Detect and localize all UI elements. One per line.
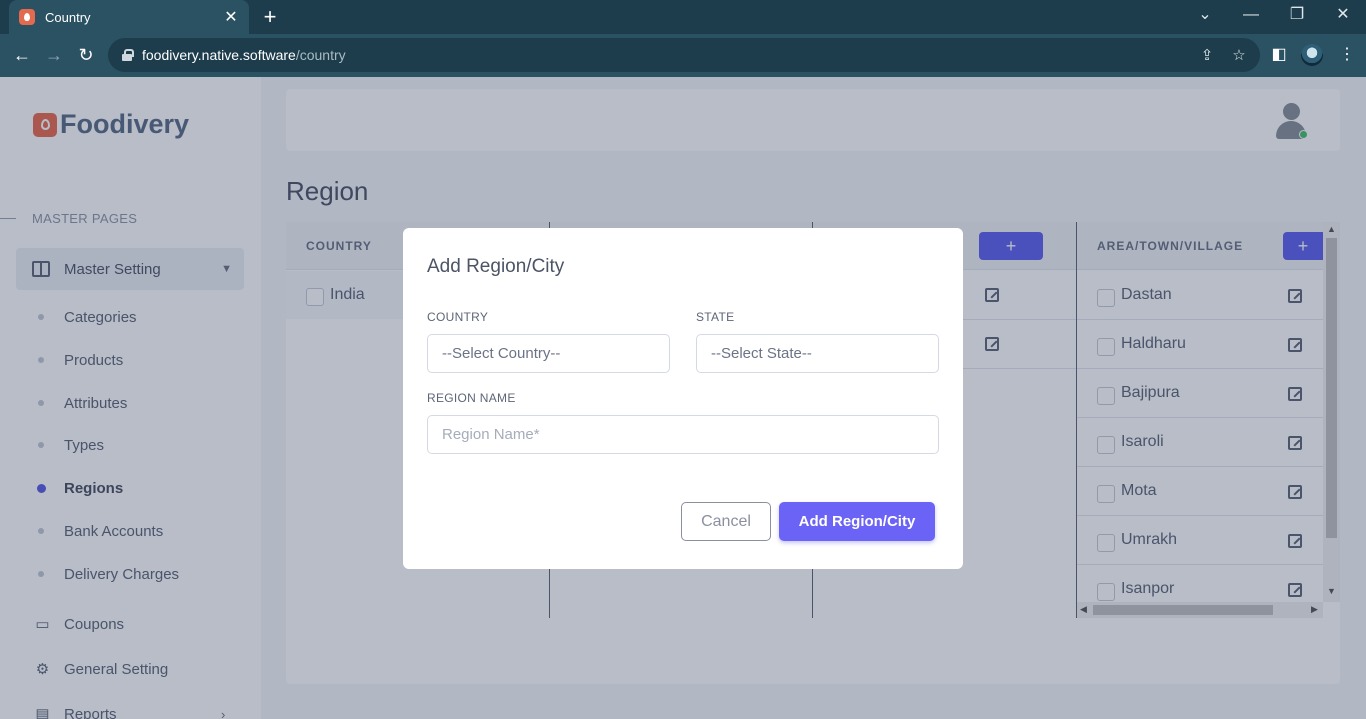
- url-path: /country: [295, 47, 346, 63]
- modal-title: Add Region/City: [427, 256, 565, 277]
- browser-toolbar: ← → ↻ foodivery.native.software /country…: [0, 34, 1366, 77]
- tab-search-icon[interactable]: ⌄: [1195, 4, 1215, 26]
- browser-tabstrip: Country ✕ + ⌄ — ❐ ✕: [0, 0, 1366, 34]
- region-name-input[interactable]: [427, 415, 939, 454]
- profile-avatar-icon[interactable]: [1301, 44, 1323, 66]
- state-label: STATE: [696, 310, 735, 324]
- lock-icon: [122, 49, 134, 61]
- tab-title: Country: [45, 9, 91, 25]
- menu-dots-icon[interactable]: ⋮: [1336, 44, 1358, 64]
- cancel-button[interactable]: Cancel: [681, 502, 771, 541]
- close-tab-icon[interactable]: ✕: [223, 7, 239, 27]
- share-icon[interactable]: ⇪: [1198, 46, 1216, 64]
- new-tab-icon[interactable]: +: [260, 4, 280, 30]
- foodivery-favicon-icon: [19, 9, 35, 25]
- forward-icon[interactable]: →: [42, 43, 66, 67]
- country-label: COUNTRY: [427, 310, 489, 324]
- minimize-icon[interactable]: —: [1241, 4, 1261, 26]
- add-region-modal: Add Region/City COUNTRY --Select Country…: [403, 228, 963, 569]
- back-icon[interactable]: ←: [10, 43, 34, 67]
- url-host: foodivery.native.software: [142, 47, 296, 63]
- address-bar[interactable]: foodivery.native.software /country ⇪ ☆: [108, 38, 1260, 72]
- region-name-label: REGION NAME: [427, 391, 516, 405]
- bookmark-star-icon[interactable]: ☆: [1230, 46, 1248, 64]
- reload-icon[interactable]: ↻: [74, 43, 98, 67]
- state-select[interactable]: --Select State--: [696, 334, 939, 373]
- country-select[interactable]: --Select Country--: [427, 334, 670, 373]
- window-close-icon[interactable]: ✕: [1333, 4, 1353, 26]
- browser-tab[interactable]: Country ✕: [9, 0, 249, 34]
- restore-icon[interactable]: ❐: [1287, 4, 1307, 26]
- add-region-city-button[interactable]: Add Region/City: [779, 502, 935, 541]
- side-panel-icon[interactable]: ◧: [1268, 44, 1290, 64]
